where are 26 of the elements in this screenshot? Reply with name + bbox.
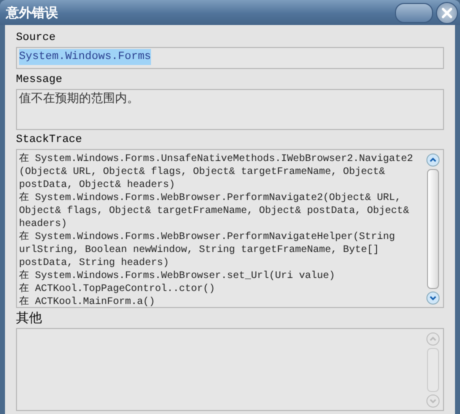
text-line: 在 System.Windows.Forms.WebBrowser.PerformNavigate2(Object& URL, — [19, 192, 402, 205]
text-line: postData, Object& headers) — [19, 179, 176, 192]
text-line: headers) — [19, 218, 68, 231]
text-area[interactable]: System.Windows.Forms — [16, 47, 444, 69]
text-area[interactable]: 值不在预期的范围内。 — [16, 89, 444, 130]
field-label: Source — [16, 31, 57, 46]
field-label: 其他 — [16, 311, 43, 328]
text-line: Object& flags, Object& targetFrameName, Object& postData, Object& — [19, 205, 410, 218]
text-line: 值不在预期的范围内。 — [19, 91, 139, 106]
scroll-down-icon[interactable] — [426, 291, 440, 305]
text-line: (Object& URL, Object& flags, Object& targetFrameName, Object& — [19, 166, 386, 179]
pill-button[interactable] — [395, 2, 433, 22]
text-line: urlString, Boolean newWindow, String targetFrameName, Byte[] — [19, 244, 380, 257]
text-line: 在 System.Windows.Forms.UnsafeNativeMethods.IWebBrowser2.Navigate2 — [19, 153, 414, 166]
window-title: 意外错误 — [6, 4, 58, 22]
scroll-track[interactable] — [427, 169, 439, 289]
text-line: 在 System.Windows.Forms.WebBrowser.set_Url(Uri value) — [19, 270, 336, 283]
field-label: Message — [16, 73, 64, 88]
text-line: 在 System.Windows.Forms.WebBrowser.PerformNavigateHelper(String — [19, 231, 396, 244]
text-area[interactable] — [16, 149, 444, 308]
close-button[interactable] — [436, 2, 458, 24]
text-line: 在 ACTKool.MainForm.a() — [19, 296, 156, 309]
text-line: postData, String headers) — [19, 257, 170, 270]
field-label: StackTrace — [16, 133, 84, 148]
scroll-up-icon[interactable] — [426, 153, 440, 167]
text-line: 在 ACTKool.TopPageControl..ctor() — [19, 283, 216, 296]
